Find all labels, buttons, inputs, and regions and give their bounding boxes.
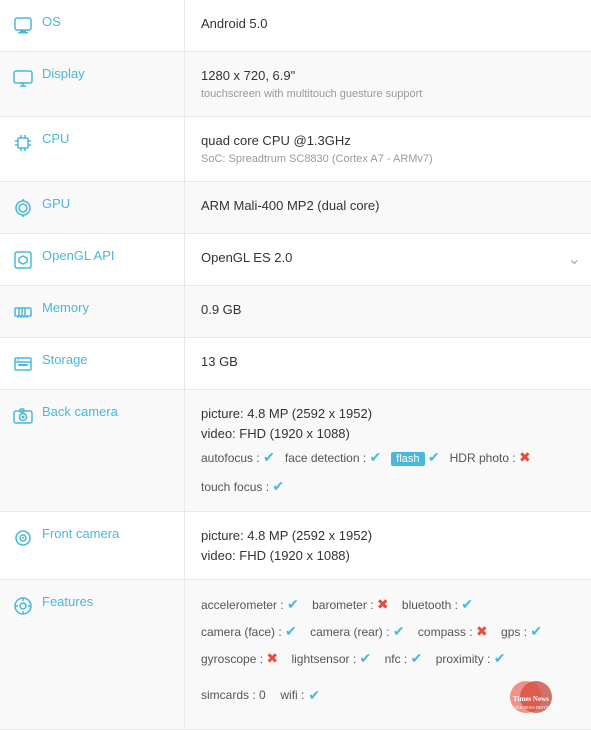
row-opengl: OpenGL API OpenGL ES 2.0 ⌄ — [0, 234, 591, 286]
row-storage: Storage 13 GB — [0, 338, 591, 390]
row-os: OS Android 5.0 — [0, 0, 591, 52]
label-front-camera: Front camera — [0, 512, 185, 579]
autofocus-check: ✔ — [263, 449, 275, 465]
hdr-label: HDR photo : — [450, 451, 516, 465]
back-camera-label: Back camera — [42, 404, 118, 419]
label-memory: Memory — [0, 286, 185, 337]
opengl-label: OpenGL API — [42, 248, 115, 263]
flash-badge: flash — [391, 452, 424, 466]
cpu-value: quad core CPU @1.3GHz SoC: Spreadtrum SC… — [185, 117, 591, 181]
features-line2: camera (face) : ✔ camera (rear) : ✔ comp… — [201, 621, 561, 642]
label-display: Display — [0, 52, 185, 116]
row-memory: Memory 0.9 GB — [0, 286, 591, 338]
gpu-value: ARM Mali-400 MP2 (dual core) — [185, 182, 591, 233]
row-display: Display 1280 x 720, 6.9" touchscreen wit… — [0, 52, 591, 117]
cpu-icon — [12, 132, 34, 154]
face-detection-label: face detection : — [285, 451, 366, 465]
label-gpu: GPU — [0, 182, 185, 233]
gpu-label: GPU — [42, 196, 70, 211]
label-cpu: CPU — [0, 117, 185, 181]
gpu-icon — [12, 197, 34, 219]
label-features: Features — [0, 580, 185, 729]
spec-table: OS Android 5.0 Display 1280 x 720, 6.9" … — [0, 0, 591, 730]
front-camera-label: Front camera — [42, 526, 119, 541]
label-back-camera: Back camera — [0, 390, 185, 511]
autofocus-label: autofocus : — [201, 451, 260, 465]
features-line3: gyroscope : ✖ lightsensor : ✔ nfc : ✔ pr… — [201, 648, 561, 669]
watermark: Times News YOUR NEWS DESTINATION — [501, 675, 561, 715]
os-icon — [12, 15, 34, 37]
display-value: 1280 x 720, 6.9" touchscreen with multit… — [185, 52, 591, 116]
row-gpu: GPU ARM Mali-400 MP2 (dual core) — [0, 182, 591, 234]
memory-value: 0.9 GB — [185, 286, 591, 337]
label-storage: Storage — [0, 338, 185, 389]
storage-icon — [12, 353, 34, 375]
opengl-dropdown-arrow[interactable]: ⌄ — [568, 248, 581, 272]
cpu-label: CPU — [42, 131, 69, 146]
front-camera-value: picture: 4.8 MP (2592 x 1952) video: FHD… — [185, 512, 591, 579]
display-icon — [12, 67, 34, 89]
row-features: Features accelerometer : ✔ barometer : ✖… — [0, 580, 591, 730]
row-back-camera: Back camera picture: 4.8 MP (2592 x 1952… — [0, 390, 591, 512]
face-detection-check: ✔ — [370, 449, 382, 465]
touch-focus-check: ✔ — [272, 478, 284, 494]
svg-text:Times News: Times News — [513, 695, 549, 703]
front-camera-icon — [12, 527, 34, 549]
back-camera-icon — [12, 405, 34, 427]
features-line1: accelerometer : ✔ barometer : ✖ bluetoot… — [201, 594, 561, 615]
os-value: Android 5.0 — [185, 0, 591, 51]
row-cpu: CPU quad core CPU @1.3GHz SoC: Spreadtru… — [0, 117, 591, 182]
features-icon — [12, 595, 34, 617]
label-os: OS — [0, 0, 185, 51]
opengl-icon — [12, 249, 34, 271]
touch-focus-label: touch focus : — [201, 480, 269, 494]
back-camera-value: picture: 4.8 MP (2592 x 1952) video: FHD… — [185, 390, 591, 511]
features-value: accelerometer : ✔ barometer : ✖ bluetoot… — [185, 580, 591, 729]
row-front-camera: Front camera picture: 4.8 MP (2592 x 195… — [0, 512, 591, 580]
memory-label: Memory — [42, 300, 89, 315]
features-line4: simcards : 0 wifi : ✔ Times News YOUR NE… — [201, 675, 561, 715]
svg-text:YOUR NEWS DESTINATION: YOUR NEWS DESTINATION — [511, 705, 561, 710]
storage-value: 13 GB — [185, 338, 591, 389]
os-label: OS — [42, 14, 61, 29]
opengl-value: OpenGL ES 2.0 ⌄ — [185, 234, 591, 285]
display-label: Display — [42, 66, 85, 81]
flash-check: ✔ — [428, 449, 440, 465]
hdr-cross: ✖ — [519, 449, 531, 465]
memory-icon — [12, 301, 34, 323]
storage-label: Storage — [42, 352, 88, 367]
label-opengl: OpenGL API — [0, 234, 185, 285]
features-label: Features — [42, 594, 93, 609]
